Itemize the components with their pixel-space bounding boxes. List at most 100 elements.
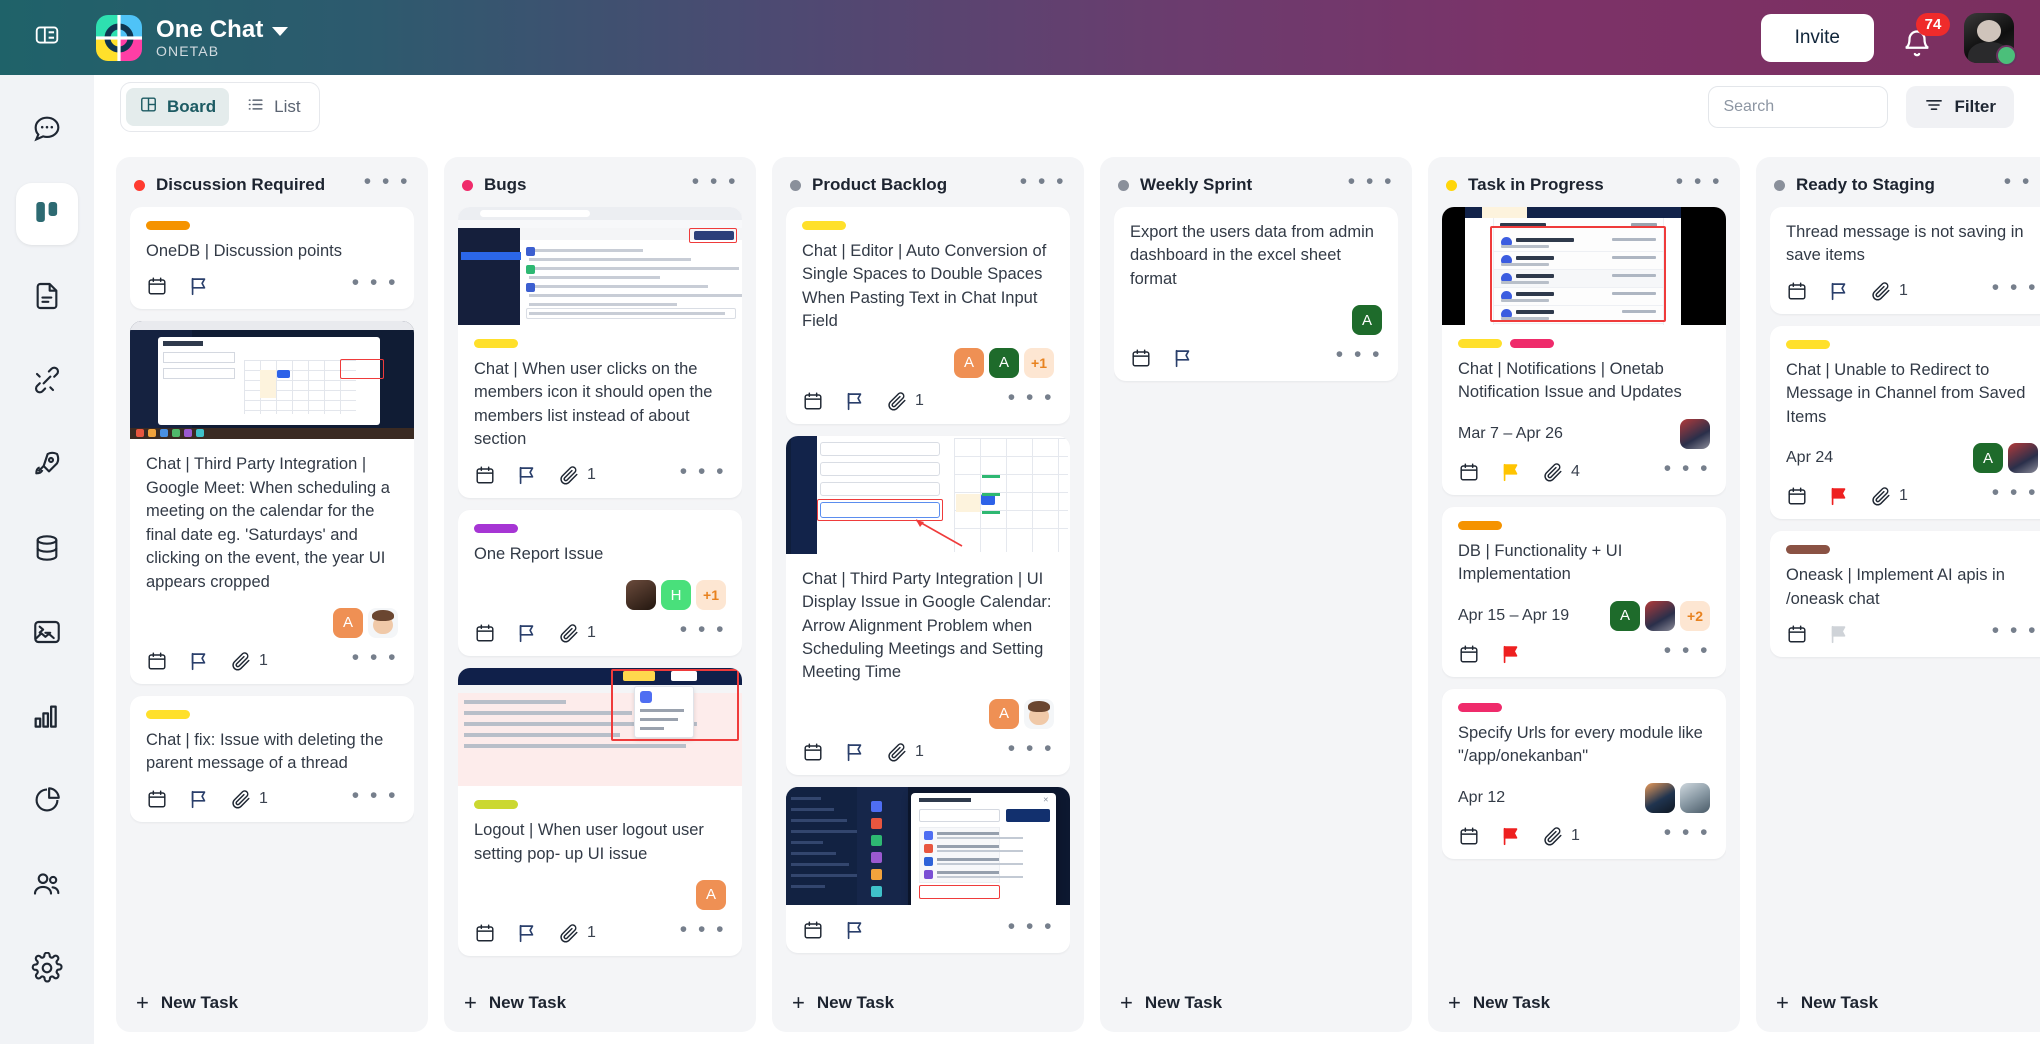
flag-icon[interactable]: [1500, 825, 1522, 847]
flag-icon[interactable]: [1172, 347, 1194, 369]
task-card[interactable]: Chat | Third Party Integration | Google …: [130, 321, 414, 684]
calendar-icon[interactable]: [802, 741, 824, 763]
sidebar-item-settings[interactable]: [16, 939, 78, 1001]
column-menu-button[interactable]: • • •: [1676, 171, 1722, 193]
assignee-avatar[interactable]: H: [661, 580, 691, 611]
invite-button[interactable]: Invite: [1760, 13, 1874, 62]
assignee-avatar[interactable]: [368, 607, 398, 638]
calendar-icon[interactable]: [146, 788, 168, 810]
sidebar-item-integrations[interactable]: [16, 351, 78, 413]
task-card[interactable]: Chat | Notifications | Onetab Notificati…: [1442, 207, 1726, 495]
task-card[interactable]: DB | Functionality + UI Implementation A…: [1442, 506, 1726, 677]
column-menu-button[interactable]: • • •: [1020, 171, 1066, 193]
notifications-button[interactable]: 74: [1900, 12, 1950, 59]
assignee-avatar[interactable]: [1024, 698, 1054, 729]
sidebar-item-analytics[interactable]: [16, 687, 78, 749]
attachment-icon[interactable]: 1: [230, 788, 268, 810]
attachment-icon[interactable]: 1: [886, 390, 924, 412]
calendar-icon[interactable]: [1458, 643, 1480, 665]
attachment-icon[interactable]: 1: [558, 464, 596, 486]
assignee-avatar[interactable]: A: [1352, 305, 1382, 336]
attachment-icon[interactable]: 1: [558, 922, 596, 944]
calendar-icon[interactable]: [1786, 623, 1808, 645]
task-card[interactable]: ✕ • • •: [786, 786, 1070, 953]
sidebar-item-launch[interactable]: [16, 435, 78, 497]
card-menu-button[interactable]: • • •: [352, 272, 398, 294]
attachment-icon[interactable]: 1: [1870, 485, 1908, 507]
attachment-icon[interactable]: 1: [1542, 825, 1580, 847]
task-card[interactable]: Specify Urls for every module like "/app…: [1442, 688, 1726, 859]
calendar-icon[interactable]: [802, 390, 824, 412]
tab-list[interactable]: List: [233, 88, 313, 126]
assignee-avatar[interactable]: A: [1973, 443, 2003, 474]
task-card[interactable]: Export the users data from admin dashboa…: [1114, 207, 1398, 382]
assignee-avatar[interactable]: A: [954, 347, 984, 378]
assignee-avatar[interactable]: [1645, 782, 1675, 813]
card-menu-button[interactable]: • • •: [1336, 344, 1382, 366]
assignee-avatar[interactable]: [1680, 782, 1710, 813]
new-task-button[interactable]: + New Task: [1114, 979, 1398, 1022]
calendar-icon[interactable]: [474, 622, 496, 644]
chevron-down-icon[interactable]: [272, 26, 289, 36]
task-card[interactable]: Chat | Third Party Integration | UI Disp…: [786, 435, 1070, 775]
flag-icon[interactable]: [1828, 280, 1850, 302]
flag-icon[interactable]: [188, 788, 210, 810]
card-menu-button[interactable]: • • •: [680, 461, 726, 483]
calendar-icon[interactable]: [1786, 280, 1808, 302]
calendar-icon[interactable]: [1458, 461, 1480, 483]
tab-board[interactable]: Board: [126, 88, 230, 126]
sidebar-item-chat[interactable]: [16, 99, 78, 161]
attachment-icon[interactable]: 1: [1870, 280, 1908, 302]
calendar-icon[interactable]: [474, 922, 496, 944]
new-task-button[interactable]: + New Task: [130, 979, 414, 1022]
flag-icon[interactable]: [1828, 623, 1850, 645]
assignee-avatar[interactable]: [1645, 600, 1675, 631]
calendar-icon[interactable]: [146, 275, 168, 297]
task-card[interactable]: Chat | Editor | Auto Conversion of Singl…: [786, 207, 1070, 424]
flag-icon[interactable]: [1828, 485, 1850, 507]
sidebar-item-members[interactable]: [16, 855, 78, 917]
sidebar-item-docs[interactable]: [16, 267, 78, 329]
flag-icon[interactable]: [188, 275, 210, 297]
attachment-icon[interactable]: 1: [558, 622, 596, 644]
column-menu-button[interactable]: • • •: [692, 171, 738, 193]
calendar-icon[interactable]: [1786, 485, 1808, 507]
calendar-icon[interactable]: [474, 464, 496, 486]
card-menu-button[interactable]: • • •: [1992, 482, 2038, 504]
search-input[interactable]: [1723, 98, 1931, 116]
column-menu-button[interactable]: • • •: [2004, 171, 2040, 193]
card-menu-button[interactable]: • • •: [352, 647, 398, 669]
attachment-icon[interactable]: 1: [230, 650, 268, 672]
task-card[interactable]: One Report Issue H +1 1 • • •: [458, 509, 742, 657]
avatar-overflow-count[interactable]: +1: [696, 580, 726, 611]
task-card[interactable]: Logout | When user logout user setting p…: [458, 668, 742, 956]
task-card[interactable]: Oneask | Implement AI apis in /oneask ch…: [1770, 531, 2040, 657]
card-menu-button[interactable]: • • •: [1664, 640, 1710, 662]
flag-icon[interactable]: [1500, 643, 1522, 665]
assignee-avatar[interactable]: [1680, 418, 1710, 449]
assignee-avatar[interactable]: A: [989, 347, 1019, 378]
calendar-icon[interactable]: [1458, 825, 1480, 847]
calendar-icon[interactable]: [1130, 347, 1152, 369]
task-card[interactable]: Chat | fix: Issue with deleting the pare…: [130, 695, 414, 822]
new-task-button[interactable]: + New Task: [1442, 979, 1726, 1022]
card-menu-button[interactable]: • • •: [680, 619, 726, 641]
sidebar-item-board[interactable]: [16, 183, 78, 245]
calendar-icon[interactable]: [802, 919, 824, 941]
attachment-icon[interactable]: 4: [1542, 461, 1580, 483]
assignee-avatar[interactable]: A: [333, 607, 363, 638]
card-menu-button[interactable]: • • •: [352, 785, 398, 807]
card-menu-button[interactable]: • • •: [1008, 916, 1054, 938]
task-card[interactable]: Chat | Unable to Redirect to Message in …: [1770, 325, 2040, 520]
assignee-avatar[interactable]: [2008, 443, 2038, 474]
flag-icon[interactable]: [844, 390, 866, 412]
assignee-avatar[interactable]: A: [696, 879, 726, 910]
card-menu-button[interactable]: • • •: [1664, 458, 1710, 480]
card-menu-button[interactable]: • • •: [1008, 738, 1054, 760]
flag-icon[interactable]: [1500, 461, 1522, 483]
sidebar-item-terminal[interactable]: [16, 603, 78, 665]
flag-icon[interactable]: [844, 741, 866, 763]
new-task-button[interactable]: + New Task: [786, 979, 1070, 1022]
flag-icon[interactable]: [844, 919, 866, 941]
avatar[interactable]: [1964, 12, 2017, 66]
